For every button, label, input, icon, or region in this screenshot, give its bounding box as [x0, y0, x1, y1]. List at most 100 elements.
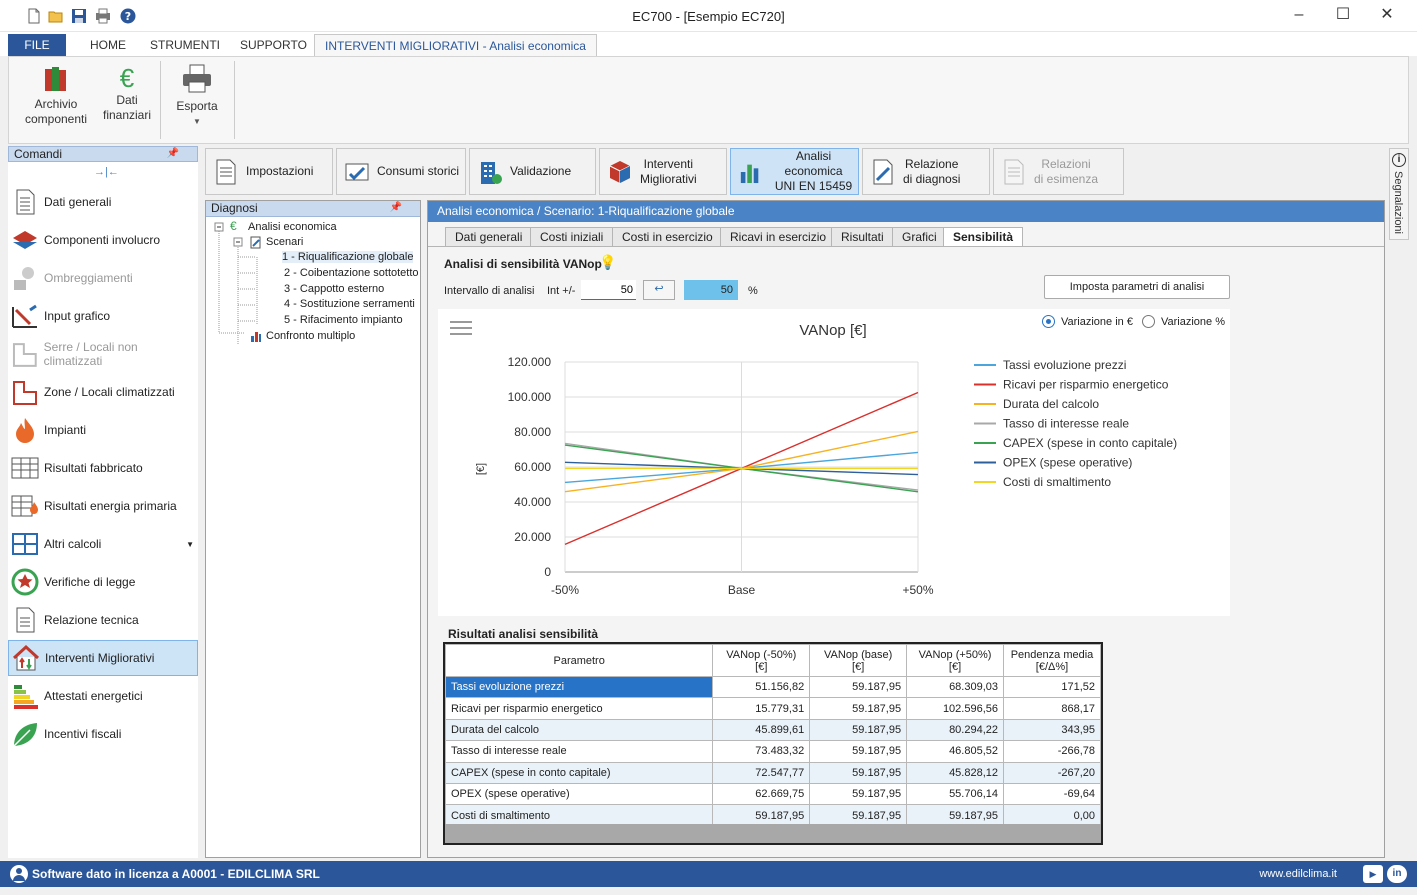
- maximize-button[interactable]: ☐: [1320, 0, 1366, 32]
- sidebar-item-label: Ombreggiamenti: [44, 271, 133, 285]
- subtab-costi-esercizio[interactable]: Costi in esercizio: [612, 227, 723, 246]
- table-flame-icon: [11, 495, 38, 517]
- sidebar-item-altri-calcoli[interactable]: Altri calcoli ▼: [8, 526, 198, 562]
- cell-parametro: OPEX (spese operative): [444, 782, 714, 806]
- legend-label: Costi di smaltimento: [1003, 475, 1111, 489]
- bar-chart-small-icon: [251, 332, 261, 342]
- tree-scenario-2[interactable]: 2 - Coibentazione sottotetto: [284, 267, 419, 279]
- website-link[interactable]: www.edilclima.it: [1259, 868, 1337, 880]
- sidebar-item-input-grafico[interactable]: Input grafico: [8, 298, 198, 334]
- sidebar-item-ombreggiamenti[interactable]: Ombreggiamenti: [8, 260, 198, 296]
- sidebar-item-componenti-involucro[interactable]: Componenti involucro: [8, 222, 198, 258]
- tab-label-line2: UNI EN 15459: [774, 179, 853, 193]
- tab-impostazioni[interactable]: Impostazioni: [205, 148, 333, 195]
- subtab-grafici[interactable]: Grafici: [892, 227, 947, 246]
- collapse-icon[interactable]: →|←: [94, 166, 119, 178]
- column-header-line2: [€]: [852, 660, 865, 673]
- tab-home[interactable]: HOME: [80, 34, 136, 56]
- x-tick-label: +50%: [902, 583, 933, 597]
- check-chart-icon: [345, 163, 369, 180]
- linkedin-icon[interactable]: in: [1387, 865, 1407, 883]
- tree-scenario-3[interactable]: 3 - Cappotto esterno: [284, 283, 384, 295]
- section-title: Analisi di sensibilità VANop: [444, 257, 602, 271]
- cell-value: 51.156,82: [712, 675, 811, 699]
- cell-value: 72.547,77: [712, 761, 811, 784]
- tree-scenario-5[interactable]: 5 - Rifacimento impianto: [284, 314, 403, 326]
- tree-scenario-1[interactable]: 1 - Riqualificazione globale: [282, 251, 414, 263]
- table-row[interactable]: CAPEX (spese in conto capitale) 72.547,77…: [444, 761, 1101, 784]
- interval-input[interactable]: [581, 280, 636, 300]
- tab-analisi-economica[interactable]: Analisi economica UNI EN 15459: [730, 148, 859, 195]
- sidebar-item-impianti[interactable]: Impianti: [8, 412, 198, 448]
- table-row[interactable]: OPEX (spese operative) 62.669,75 59.187,95…: [444, 782, 1101, 806]
- chart-title: VANop [€]: [799, 322, 866, 339]
- esporta-button[interactable]: Esporta ▼: [167, 63, 227, 129]
- tab-validazione[interactable]: Validazione: [469, 148, 596, 195]
- sidebar-item-incentivi[interactable]: Incentivi fiscali: [8, 716, 198, 752]
- table-row[interactable]: Tasso di interesse reale 73.483,32 59.187,…: [444, 740, 1101, 763]
- dati-finanziari-button[interactable]: € Dati finanziari: [97, 63, 157, 123]
- cell-value: 80.294,22: [906, 718, 1004, 742]
- column-header-line1: Pendenza media: [1010, 648, 1094, 661]
- youtube-icon[interactable]: ▶: [1363, 865, 1383, 883]
- archivio-componenti-button[interactable]: Archivio componenti: [23, 63, 89, 127]
- legend-label: CAPEX (spese in conto capitale): [1003, 436, 1177, 450]
- subtab-sensibilita[interactable]: Sensibilità: [943, 227, 1024, 247]
- ribbon: Archivio componenti € Dati finanziari Es…: [8, 56, 1409, 144]
- close-button[interactable]: ✕: [1364, 0, 1410, 32]
- tab-consumi-storici[interactable]: Consumi storici: [336, 148, 466, 195]
- sidebar-item-risultati-energia[interactable]: Risultati energia primaria: [8, 488, 198, 524]
- tab-supporto[interactable]: SUPPORTO: [230, 34, 317, 56]
- signals-side-tab[interactable]: i Segnalazioni: [1389, 148, 1409, 240]
- table-row[interactable]: Tassi evoluzione prezzi 51.156,82 59.187,9…: [444, 675, 1101, 699]
- imposta-parametri-button[interactable]: Imposta parametri di analisi: [1044, 275, 1230, 299]
- sidebar-item-risultati-fabbricato[interactable]: Risultati fabbricato: [8, 450, 198, 486]
- sidebar-item-dati-generali[interactable]: Dati generali: [8, 184, 198, 220]
- subtab-ricavi-esercizio[interactable]: Ricavi in esercizio: [720, 227, 837, 246]
- subtab-dati-generali[interactable]: Dati generali: [445, 227, 533, 246]
- content-header: Analisi economica / Scenario: 1-Riqualif…: [428, 201, 1384, 222]
- tab-strumenti[interactable]: STRUMENTI: [140, 34, 230, 56]
- settings-document-icon: [216, 159, 236, 184]
- pin-icon[interactable]: 📌: [390, 201, 402, 215]
- sidebar-item-verifiche[interactable]: Verifiche di legge: [8, 564, 198, 600]
- ribbon-separator-2: [234, 61, 235, 139]
- tab-relazione-diagnosi[interactable]: Relazione di diagnosi: [862, 148, 990, 195]
- tree-scenario-4[interactable]: 4 - Sostituzione serramenti: [284, 298, 415, 310]
- books-icon: [45, 67, 66, 91]
- subtab-risultati[interactable]: Risultati: [831, 227, 894, 246]
- tab-interventi[interactable]: Interventi Migliorativi: [599, 148, 727, 195]
- pin-icon[interactable]: 📌: [167, 147, 179, 161]
- dropdown-arrow-icon: ▼: [193, 117, 201, 126]
- sidebar-item-label: Componenti involucro: [44, 233, 161, 247]
- table-row[interactable]: Durata del calcolo 45.899,61 59.187,95 80.2…: [444, 718, 1101, 742]
- tree-scenari[interactable]: Scenari: [266, 236, 303, 248]
- sidebar-item-attestati[interactable]: Attestati energetici: [8, 678, 198, 714]
- info-icon: i: [1392, 153, 1406, 167]
- tab-file[interactable]: FILE: [8, 34, 66, 56]
- sidebar-item-interventi-migliorativi[interactable]: Interventi Migliorativi: [8, 640, 198, 676]
- commands-title: Comandi: [14, 147, 63, 161]
- minimize-button[interactable]: –: [1276, 0, 1322, 32]
- leaf-icon: [13, 723, 37, 747]
- legend-label: OPEX (spese operative): [1003, 456, 1132, 470]
- cell-value: -69,64: [1003, 782, 1101, 806]
- cell-value: 73.483,32: [712, 740, 811, 763]
- tab-interventi-migliorativi[interactable]: INTERVENTI MIGLIORATIVI - Analisi econom…: [314, 34, 597, 56]
- tab-relazioni-esimenza[interactable]: Relazioni di esimenza: [993, 148, 1124, 195]
- sidebar-item-zone[interactable]: Zone / Locali climatizzati: [8, 374, 198, 410]
- sidebar-item-relazione-tecnica[interactable]: Relazione tecnica: [8, 602, 198, 638]
- sidebar-item-label: Input grafico: [44, 309, 111, 323]
- sidebar-item-serre[interactable]: Serre / Locali non climatizzati: [8, 336, 198, 372]
- y-tick-label: 80.000: [514, 425, 551, 439]
- column-header-line2: [€]: [948, 660, 962, 673]
- subtab-costi-iniziali[interactable]: Costi iniziali: [530, 227, 614, 246]
- tree-confronto[interactable]: Confronto multiplo: [266, 330, 355, 342]
- expand-arrow-icon[interactable]: ▼: [186, 540, 194, 549]
- cell-value: 59.187,95: [809, 740, 908, 763]
- building-check-icon: [481, 161, 502, 184]
- tab-label: Consumi storici: [377, 164, 460, 178]
- apply-arrow-button[interactable]: ↩: [643, 280, 675, 300]
- tree-root[interactable]: Analisi economica: [248, 221, 337, 233]
- table-row[interactable]: Ricavi per risparmio energetico 15.779,31…: [444, 697, 1101, 720]
